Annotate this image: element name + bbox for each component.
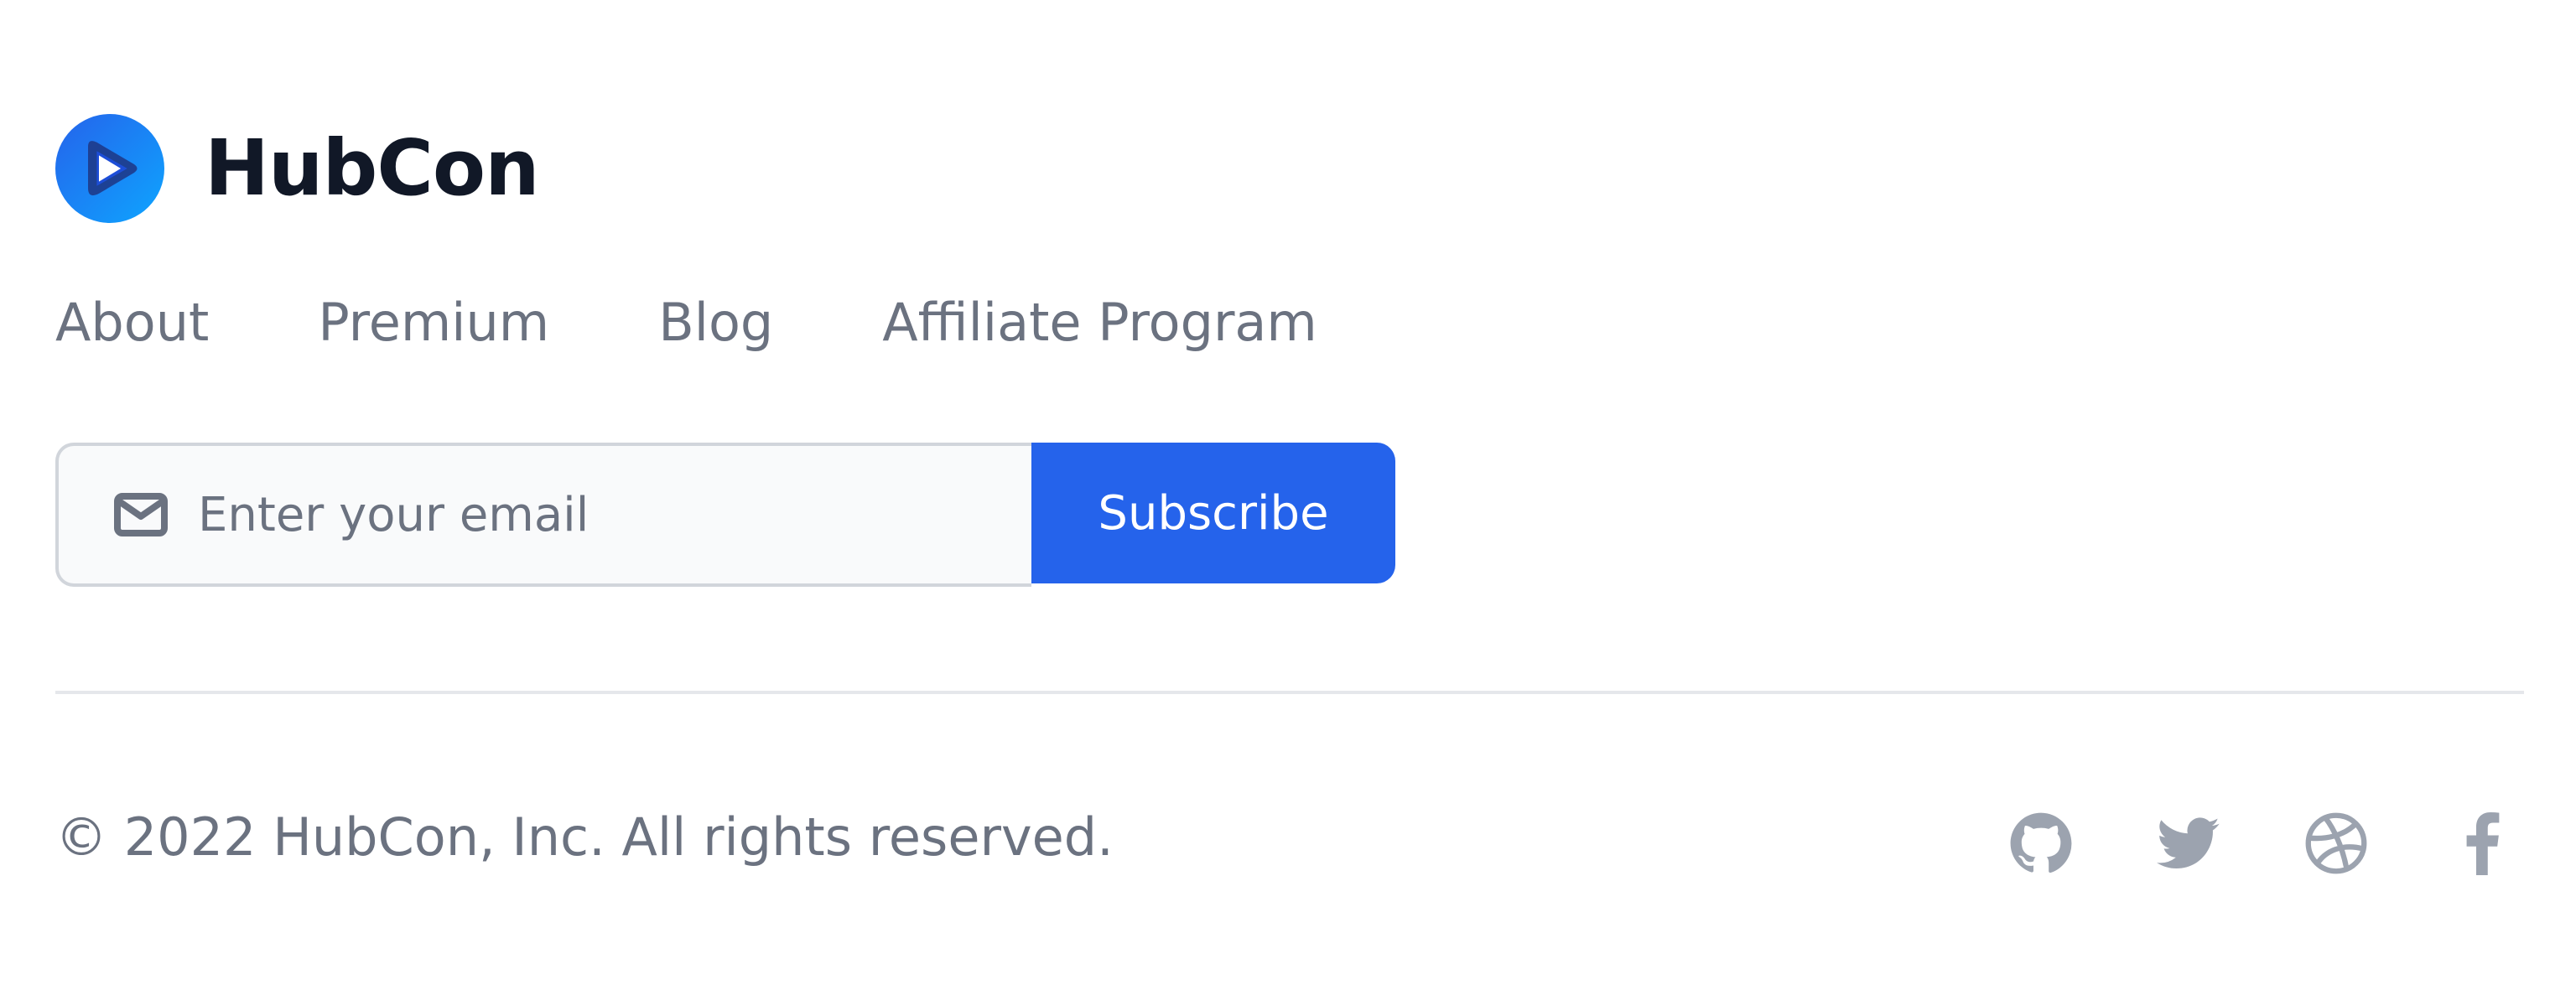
facebook-icon — [2466, 812, 2500, 875]
github-link[interactable] — [2009, 811, 2073, 875]
nav-link-about[interactable]: About — [55, 297, 209, 349]
footer-divider — [55, 691, 2524, 694]
site-footer: HubCon About Premium Blog Affiliate Prog… — [0, 0, 2576, 990]
subscribe-button[interactable]: Subscribe — [1031, 443, 1395, 583]
play-logo-icon — [55, 114, 164, 223]
nav-link-blog[interactable]: Blog — [658, 297, 773, 349]
email-input[interactable] — [198, 487, 953, 542]
nav-link-affiliate-program[interactable]: Affiliate Program — [882, 297, 1317, 349]
copyright-text: © 2022 HubCon, Inc. All rights reserved. — [55, 806, 1114, 868]
dribbble-link[interactable] — [2304, 811, 2368, 875]
mail-icon — [114, 493, 168, 536]
dribbble-icon — [2305, 812, 2367, 874]
newsletter-form: Subscribe — [55, 443, 1395, 587]
brand-name: HubCon — [205, 123, 540, 213]
twitter-icon — [2157, 817, 2220, 868]
twitter-link[interactable] — [2157, 811, 2220, 875]
nav-link-premium[interactable]: Premium — [318, 297, 549, 349]
brand-link[interactable]: HubCon — [55, 114, 540, 223]
facebook-link[interactable] — [2452, 811, 2516, 875]
email-field[interactable] — [55, 443, 1031, 587]
github-icon — [2010, 812, 2072, 873]
footer-nav: About Premium Blog Affiliate Program — [55, 289, 1317, 356]
